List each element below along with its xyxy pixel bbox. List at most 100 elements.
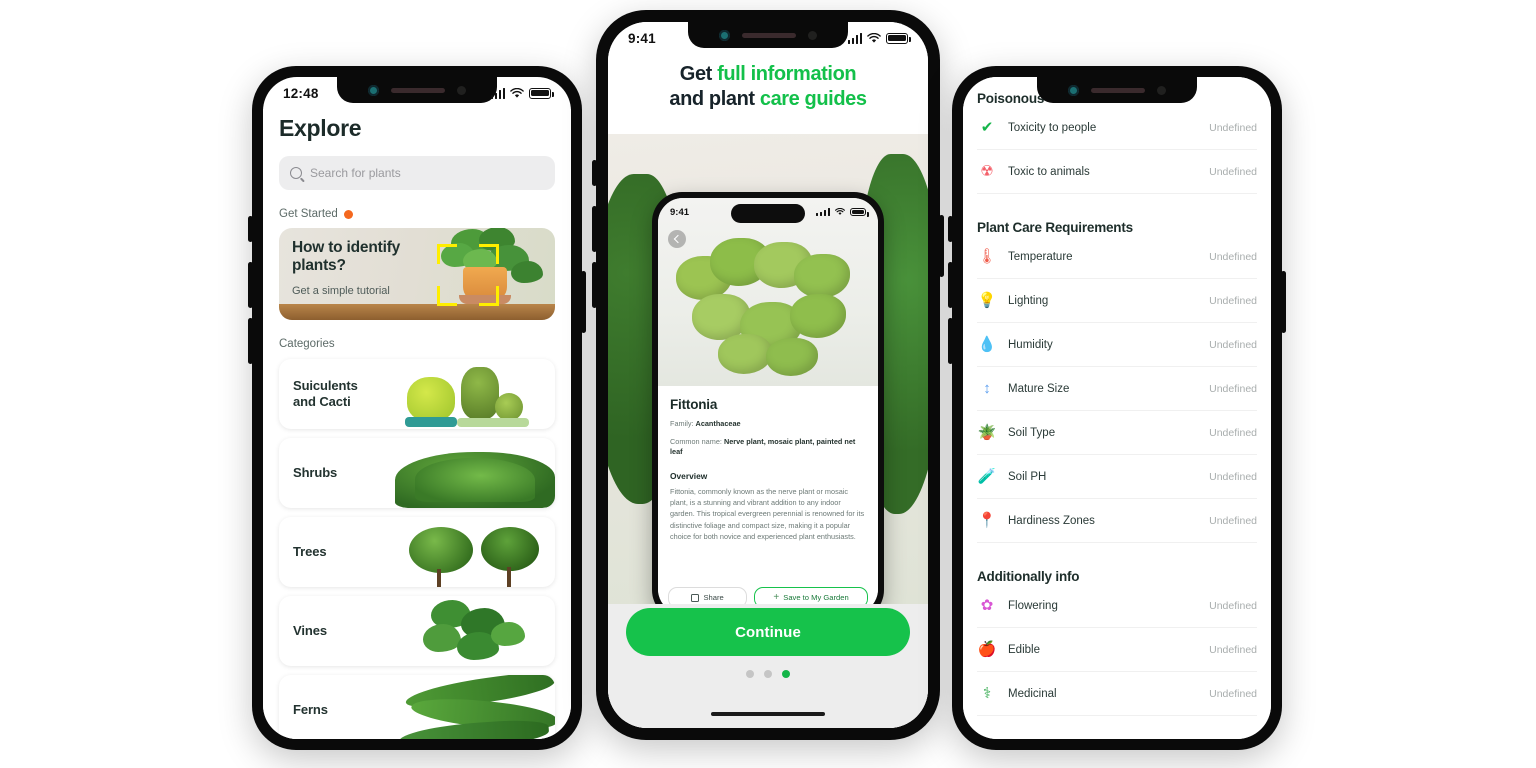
attribute-label: Soil Type <box>1008 426 1056 439</box>
attribute-row[interactable]: 🍎 Edible Undefined <box>977 628 1257 672</box>
overview-text: Fittonia, commonly known as the nerve pl… <box>670 486 865 542</box>
headline-part2: and plant <box>669 88 760 111</box>
notch <box>1037 77 1197 103</box>
continue-button[interactable]: Continue <box>626 608 910 656</box>
page-indicator[interactable] <box>746 670 790 678</box>
save-label: Save to My Garden <box>783 593 849 602</box>
volume-down-button[interactable] <box>948 318 953 364</box>
plant-actions: Share + Save to My Garden <box>668 587 868 604</box>
category-image-shrubs <box>395 438 555 508</box>
medical-shield-icon: ⚕ <box>982 685 992 702</box>
power-button[interactable] <box>581 271 586 333</box>
home-indicator[interactable] <box>711 712 825 716</box>
earpiece-speaker <box>1091 87 1145 93</box>
explore-page: Explore Search for plants Get Started Ho… <box>263 109 571 739</box>
power-button[interactable] <box>939 215 944 277</box>
attribute-row[interactable]: 💧 Humidity Undefined <box>977 323 1257 367</box>
attribute-label: Flowering <box>1008 599 1058 612</box>
category-image-vines <box>395 596 555 666</box>
battery-icon <box>529 87 554 99</box>
attribute-value: Undefined <box>1209 514 1257 527</box>
wifi-icon <box>835 208 845 215</box>
attribute-row[interactable]: 💡 Lighting Undefined <box>977 279 1257 323</box>
plant-common-name: Common name: Nerve plant, mosaic plant, … <box>670 437 866 458</box>
attribute-label: Lighting <box>1008 294 1049 307</box>
attribute-label: Humidity <box>1008 338 1053 351</box>
hazard-icon: ☢ <box>980 163 994 180</box>
plant-photo <box>658 198 878 386</box>
category-card-vines[interactable]: Vines <box>279 596 555 666</box>
headline-line2: and plant care guides <box>622 87 914 112</box>
mute-switch[interactable] <box>592 160 597 186</box>
plus-icon: + <box>773 591 780 603</box>
wifi-icon <box>510 87 524 98</box>
category-name: Vines <box>293 623 327 639</box>
search-icon <box>290 167 302 179</box>
signal-icon <box>847 32 862 44</box>
search-placeholder: Search for plants <box>310 166 401 180</box>
attribute-value: Undefined <box>1209 643 1257 656</box>
category-card-shrubs[interactable]: Shrubs <box>279 438 555 508</box>
lightbulb-icon: 💡 <box>977 292 997 309</box>
attribute-row[interactable]: ✿ Flowering Undefined <box>977 584 1257 628</box>
attribute-row[interactable]: 📍 Hardiness Zones Undefined <box>977 499 1257 543</box>
scan-frame-icon <box>437 244 499 306</box>
mute-switch[interactable] <box>248 216 253 242</box>
power-button[interactable] <box>1281 271 1286 333</box>
thermometer-icon: 🌡 <box>977 248 997 265</box>
mute-switch[interactable] <box>948 216 953 242</box>
dynamic-island <box>731 204 805 223</box>
status-bar: 9:41 <box>608 22 928 54</box>
attribute-row[interactable]: ⚕ Medicinal Undefined <box>977 672 1257 716</box>
badge-dot-icon <box>343 209 353 219</box>
volume-up-button[interactable] <box>948 262 953 308</box>
screenshot-stage: 12:48 Explore Search for plants Get Star… <box>0 0 1536 768</box>
headline-accent2: care guides <box>759 88 867 111</box>
page-dot[interactable] <box>746 670 754 678</box>
status-bar: 12:48 <box>263 77 571 109</box>
right-phone-mockup: Poisonous ✔ Toxicity to people Undefined ☢ To… <box>948 66 1286 750</box>
attribute-row[interactable]: 🧪 Soil PH Undefined <box>977 455 1257 499</box>
attribute-value: Undefined <box>1209 165 1257 178</box>
category-image-succulents <box>395 359 555 429</box>
share-button[interactable]: Share <box>668 587 748 604</box>
status-time: 12:48 <box>283 85 319 101</box>
volume-down-button[interactable] <box>592 262 597 308</box>
attribute-row[interactable]: 🌡 Temperature Undefined <box>977 235 1257 279</box>
page-dot-active[interactable] <box>782 670 790 678</box>
attribute-value: Undefined <box>1209 687 1257 700</box>
categories-label: Categories <box>279 338 335 350</box>
how-to-identify-card[interactable]: How to identify plants? Get a simple tut… <box>279 228 555 320</box>
attribute-value: Undefined <box>1209 250 1257 263</box>
section-heading: Plant Care Requirements <box>977 220 1133 235</box>
page-title: Explore <box>279 115 362 141</box>
attribute-value: Undefined <box>1209 426 1257 439</box>
inner-status-time: 9:41 <box>670 206 690 218</box>
left-phone-screen: 12:48 Explore Search for plants Get Star… <box>263 77 571 739</box>
wifi-icon <box>867 32 881 43</box>
back-button[interactable] <box>668 230 686 248</box>
attribute-row[interactable]: ↕ Mature Size Undefined <box>977 367 1257 411</box>
share-icon <box>691 593 700 602</box>
battery-icon <box>850 208 869 217</box>
volume-down-button[interactable] <box>248 318 253 364</box>
category-card-succulents[interactable]: Suiculents and Cacti <box>279 359 555 429</box>
attribute-row[interactable]: 🪴 Soil Type Undefined <box>977 411 1257 455</box>
category-card-trees[interactable]: Trees <box>279 517 555 587</box>
search-input[interactable]: Search for plants <box>279 156 555 190</box>
battery-icon <box>886 32 911 44</box>
center-phone-mockup: 9:41 Get full information and plant care… <box>592 10 944 740</box>
attribute-row[interactable]: ✔ Toxicity to people Undefined <box>977 106 1257 150</box>
category-card-ferns[interactable]: Ferns <box>279 675 555 739</box>
attribute-value: Undefined <box>1209 121 1257 134</box>
save-to-my-garden-button[interactable]: + Save to My Garden <box>754 587 868 604</box>
attribute-value: Undefined <box>1209 338 1257 351</box>
volume-up-button[interactable] <box>592 206 597 252</box>
page-dot[interactable] <box>764 670 772 678</box>
volume-up-button[interactable] <box>248 262 253 308</box>
attribute-label: Toxic to animals <box>1008 165 1090 178</box>
attribute-row[interactable]: ☢ Toxic to animals Undefined <box>977 150 1257 194</box>
plant-info: Fittonia Family: Acanthaceae Common name… <box>658 386 878 604</box>
left-phone-mockup: 12:48 Explore Search for plants Get Star… <box>248 66 586 750</box>
signal-icon <box>490 87 505 99</box>
